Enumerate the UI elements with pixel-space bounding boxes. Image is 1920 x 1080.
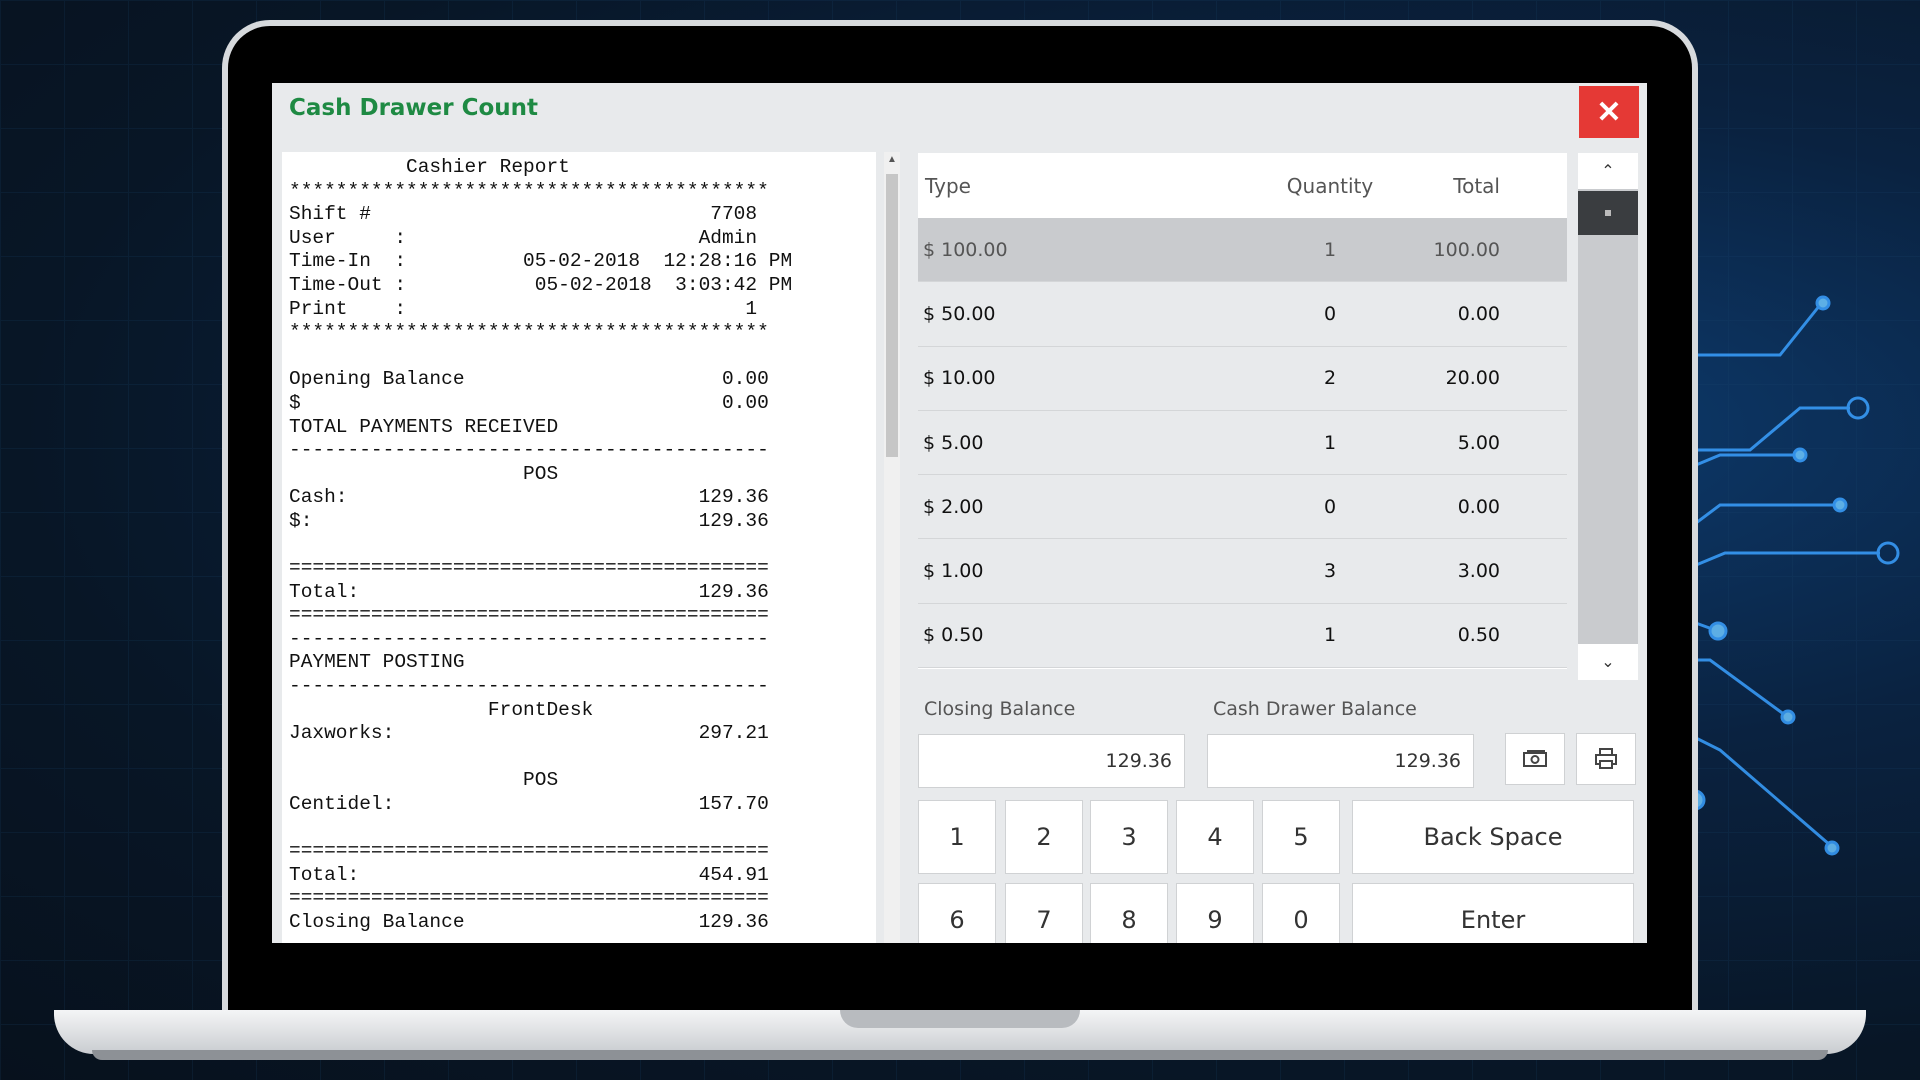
print-button[interactable] (1576, 733, 1636, 785)
cash-drawer-balance-label: Cash Drawer Balance (1213, 698, 1417, 720)
circuit-decoration (1660, 295, 1900, 856)
row-total: 0.00 (1457, 302, 1500, 325)
row-quantity: 0 (1323, 495, 1337, 518)
scroll-up-button[interactable]: ⌃ (1578, 153, 1638, 189)
key-7-button[interactable]: 7 (1005, 883, 1083, 943)
row-quantity: 0 (1323, 302, 1337, 325)
table-row[interactable]: $ 100.00 1 100.00 (918, 218, 1567, 283)
header-total: Total (1453, 173, 1500, 198)
scroll-down-button[interactable]: ⌄ (1578, 644, 1638, 680)
report-scroll-up-icon[interactable]: ▲ (884, 152, 900, 168)
table-row[interactable]: $ 0.50 1 0.50 (918, 603, 1567, 669)
table-row[interactable]: $ 1.00 3 3.00 (918, 539, 1567, 604)
key-5-button[interactable]: 5 (1262, 800, 1340, 874)
row-total: 100.00 (1433, 238, 1500, 261)
key-1-button[interactable]: 1 (918, 800, 996, 874)
row-type: $ 2.00 (923, 495, 984, 518)
row-type: $ 100.00 (923, 238, 1008, 261)
printer-icon (1595, 748, 1617, 769)
chevron-up-icon: ⌃ (1601, 163, 1615, 180)
table-row[interactable]: $ 10.00 2 20.00 (918, 346, 1567, 411)
row-total: 3.00 (1457, 560, 1500, 583)
closing-balance-label: Closing Balance (924, 698, 1076, 720)
header-type: Type (925, 173, 971, 198)
row-type: $ 0.50 (923, 624, 984, 647)
cash-drawer-balance-field[interactable]: 129.36 (1207, 734, 1474, 788)
key-3-button[interactable]: 3 (1090, 800, 1168, 874)
row-total: 20.00 (1445, 367, 1500, 390)
row-total: 0.50 (1457, 624, 1500, 647)
report-text: Cashier Report *************************… (289, 156, 793, 933)
report-scroll-thumb[interactable] (886, 174, 898, 457)
row-quantity: 1 (1323, 624, 1337, 647)
laptop-base-shadow (92, 1050, 1828, 1060)
key-9-button[interactable]: 9 (1176, 883, 1254, 943)
row-total: 0.00 (1457, 495, 1500, 518)
row-type: $ 1.00 (923, 560, 984, 583)
row-total: 5.00 (1457, 431, 1500, 454)
closing-balance-field[interactable]: 129.36 (918, 734, 1185, 788)
chevron-down-icon: ⌄ (1601, 654, 1615, 671)
table-header: Type Quantity Total (918, 153, 1567, 218)
cash-button[interactable] (1505, 733, 1565, 785)
cashier-report[interactable]: Cashier Report *************************… (282, 152, 876, 943)
row-type: $ 50.00 (923, 302, 996, 325)
table-scrollbar[interactable]: ⌃ ⌄ (1578, 153, 1638, 680)
close-icon: ✕ (1596, 95, 1622, 129)
row-quantity: 1 (1323, 431, 1337, 454)
key-8-button[interactable]: 8 (1090, 883, 1168, 943)
cash-icon (1523, 750, 1547, 767)
key-0-button[interactable]: 0 (1262, 883, 1340, 943)
row-quantity: 2 (1323, 367, 1337, 390)
laptop-notch (840, 1010, 1080, 1028)
enter-button[interactable]: Enter (1352, 883, 1634, 943)
report-scrollbar[interactable]: ▲ (884, 152, 900, 943)
window-title: Cash Drawer Count (289, 95, 539, 121)
row-quantity: 1 (1323, 238, 1337, 261)
header-quantity: Quantity (1286, 173, 1374, 198)
table-row[interactable]: $ 50.00 0 0.00 (918, 282, 1567, 347)
table-row[interactable]: $ 2.00 0 0.00 (918, 475, 1567, 540)
row-quantity: 3 (1323, 560, 1337, 583)
table-scroll-thumb[interactable] (1578, 191, 1638, 235)
table-row[interactable]: $ 5.00 1 5.00 (918, 410, 1567, 476)
denomination-table: Type Quantity Total $ 100.00 1 100.00 $ 50.… (918, 153, 1567, 669)
row-type: $ 10.00 (923, 367, 996, 390)
close-button[interactable]: ✕ (1579, 86, 1639, 138)
key-6-button[interactable]: 6 (918, 883, 996, 943)
key-2-button[interactable]: 2 (1005, 800, 1083, 874)
cash-drawer-window: Cash Drawer Count ✕ Cashier Report *****… (272, 83, 1647, 943)
key-4-button[interactable]: 4 (1176, 800, 1254, 874)
backspace-button[interactable]: Back Space (1352, 800, 1634, 874)
row-type: $ 5.00 (923, 431, 984, 454)
